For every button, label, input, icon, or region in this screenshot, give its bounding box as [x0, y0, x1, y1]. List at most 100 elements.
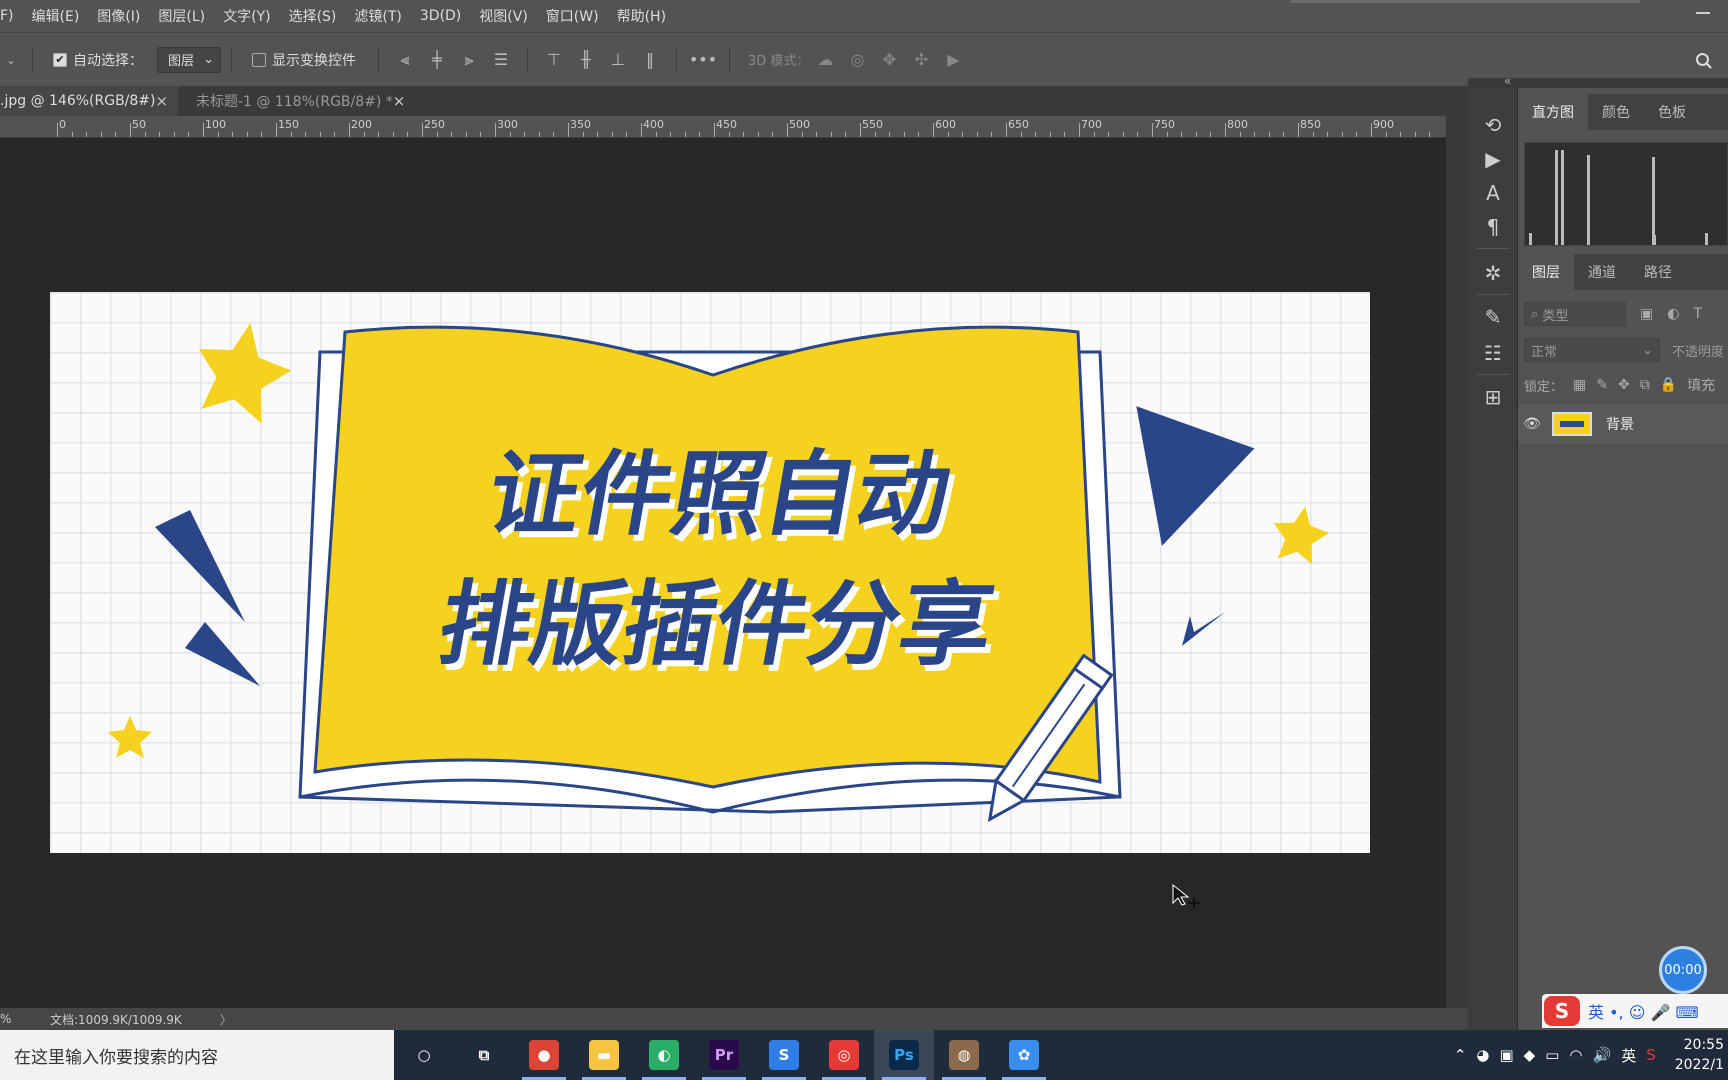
- lock-artboard-icon[interactable]: ⧉: [1640, 377, 1650, 393]
- distribute-h-icon[interactable]: ☰: [485, 44, 517, 76]
- wifi-icon[interactable]: ◠: [1569, 1046, 1582, 1064]
- menu-edit[interactable]: 编辑(E): [23, 6, 89, 26]
- type-filter-icon[interactable]: T: [1693, 306, 1702, 322]
- sogou-ime-logo[interactable]: S: [1544, 996, 1580, 1026]
- more-options-icon[interactable]: •••: [687, 44, 719, 76]
- ime-status[interactable]: 英 •, ☺ 🎤 ⌨: [1588, 999, 1699, 1023]
- layer-filter-dropdown[interactable]: ⌕ 类型: [1524, 302, 1626, 326]
- search-icon[interactable]: [1688, 45, 1720, 77]
- ruler-minor-tick: [290, 132, 292, 137]
- horizontal-ruler[interactable]: 0 50 100 150 200 250 300 350 400 450 500 550 600 650 7…: [0, 116, 1446, 138]
- character-icon[interactable]: A: [1477, 178, 1509, 208]
- panel-collapse-bar[interactable]: «: [1468, 74, 1728, 88]
- taskbar-app-premiere[interactable]: Pr: [694, 1030, 754, 1080]
- menu-select[interactable]: 选择(S): [280, 6, 346, 26]
- visibility-eye-icon[interactable]: 👁: [1518, 416, 1546, 432]
- tab-swatches[interactable]: 色板: [1644, 94, 1700, 130]
- ruler-minor-tick: [1166, 132, 1168, 137]
- align-middle-v-icon[interactable]: ╫: [570, 44, 602, 76]
- auto-select-checkbox[interactable]: ✔: [53, 52, 67, 67]
- lock-transparent-icon[interactable]: ▦: [1573, 377, 1586, 393]
- show-transform-checkbox[interactable]: [252, 52, 266, 67]
- menu-window[interactable]: 窗口(W): [537, 6, 608, 26]
- taskbar-app-sogou[interactable]: S: [754, 1030, 814, 1080]
- menu-filter[interactable]: 滤镜(T): [345, 6, 410, 26]
- tab-color[interactable]: 颜色: [1588, 94, 1644, 130]
- lock-position-icon[interactable]: ✥: [1618, 377, 1630, 393]
- layer-row[interactable]: 👁 背景: [1518, 404, 1728, 444]
- taskbar-app-baidu-netdisk[interactable]: ✿: [994, 1030, 1054, 1080]
- actions-play-icon[interactable]: ▶: [1477, 144, 1509, 174]
- close-icon[interactable]: ×: [393, 92, 406, 110]
- battery-icon[interactable]: ▭: [1545, 1046, 1559, 1064]
- qq-icon[interactable]: ◕: [1476, 1046, 1489, 1064]
- tab-layers[interactable]: 图层: [1518, 254, 1574, 290]
- taskbar-search-input[interactable]: 在这里输入你要搜索的内容: [0, 1030, 394, 1080]
- chevron-up-icon[interactable]: ⌃: [1454, 1046, 1467, 1064]
- brush-settings-icon[interactable]: ✎: [1477, 302, 1509, 332]
- tool-preset-chevron-icon[interactable]: ⌄: [0, 53, 22, 67]
- taskbar-app-task-view[interactable]: ⧉: [454, 1030, 514, 1080]
- taskbar-app-netease-music[interactable]: ◎: [814, 1030, 874, 1080]
- menu-image[interactable]: 图像(I): [88, 6, 149, 26]
- taskbar-app-media[interactable]: ◍: [934, 1030, 994, 1080]
- taskbar-app-cortana[interactable]: ○: [394, 1030, 454, 1080]
- auto-select-dropdown[interactable]: 图层 ⌄: [157, 46, 221, 73]
- tab-channels[interactable]: 通道: [1574, 254, 1630, 290]
- sogou-tray-icon[interactable]: S: [1646, 1046, 1656, 1064]
- 3d-slide-icon[interactable]: ✣: [905, 44, 937, 76]
- menu-type[interactable]: 文字(Y): [214, 6, 279, 26]
- tray-app-icon[interactable]: ◆: [1524, 1046, 1536, 1064]
- 3d-orbit-icon[interactable]: ☁: [809, 44, 841, 76]
- 3d-camera-icon[interactable]: ▶: [937, 44, 969, 76]
- chevron-down-icon: ⌄: [1642, 342, 1653, 358]
- taskbar-app-chrome[interactable]: ●: [514, 1030, 574, 1080]
- ruler-minor-tick: [480, 132, 482, 137]
- paragraph-icon[interactable]: ¶: [1477, 212, 1509, 242]
- align-right-icon[interactable]: ⫸: [453, 44, 485, 76]
- system-tray: ⌃ ◕ ▣ ◆ ▭ ◠ 🔊 英 S 20:55 2022/1: [1449, 1030, 1728, 1080]
- 3d-roll-icon[interactable]: ◎: [841, 44, 873, 76]
- 3d-pan-icon[interactable]: ✥: [873, 44, 905, 76]
- minimize-button[interactable]: [1696, 12, 1710, 14]
- menu-file[interactable]: F): [0, 8, 23, 24]
- status-menu-arrow-icon[interactable]: 〉: [220, 1011, 232, 1028]
- document-image[interactable]: 证件照自动 证件照自动 排版插件分享 排版插件分享: [50, 292, 1370, 853]
- blend-mode-dropdown[interactable]: 正常 ⌄: [1524, 338, 1660, 362]
- close-icon[interactable]: ×: [156, 92, 169, 110]
- adjustments-icon[interactable]: ☷: [1477, 338, 1509, 368]
- tray-app-icon[interactable]: ▣: [1499, 1046, 1513, 1064]
- input-language[interactable]: 英: [1621, 1045, 1636, 1066]
- adjustment-filter-icon[interactable]: ◐: [1667, 306, 1679, 322]
- libraries-icon[interactable]: ⊞: [1477, 382, 1509, 412]
- align-bottom-icon[interactable]: ⊥: [602, 44, 634, 76]
- menu-3d[interactable]: 3D(D): [411, 8, 470, 24]
- canvas-area[interactable]: 证件照自动 证件照自动 排版插件分享 排版插件分享: [0, 138, 1446, 1008]
- menu-layer[interactable]: 图层(L): [149, 6, 214, 26]
- menu-view[interactable]: 视图(V): [470, 6, 537, 26]
- zoom-level[interactable]: %: [0, 1012, 50, 1026]
- align-top-icon[interactable]: ⊤: [538, 44, 570, 76]
- tab-histogram[interactable]: 直方图: [1518, 94, 1588, 130]
- tab-document-2[interactable]: 未标题-1 @ 118%(RGB/8#) * ×: [178, 86, 410, 116]
- lock-pixels-icon[interactable]: ✎: [1596, 377, 1608, 393]
- tab-paths[interactable]: 路径: [1630, 254, 1686, 290]
- taskbar-app-wechat[interactable]: ◐: [634, 1030, 694, 1080]
- taskbar-app-file-explorer[interactable]: ▬: [574, 1030, 634, 1080]
- clock[interactable]: 20:55 2022/1: [1675, 1035, 1724, 1075]
- properties-icon[interactable]: ✲: [1477, 258, 1509, 288]
- taskbar-app-photoshop[interactable]: Ps: [874, 1030, 934, 1080]
- tab-document-1[interactable]: .jpg @ 146%(RGB/8#) ×: [0, 86, 178, 116]
- align-center-h-icon[interactable]: ╪: [421, 44, 453, 76]
- image-filter-icon[interactable]: ▣: [1640, 306, 1653, 322]
- history-icon[interactable]: ⟲: [1477, 110, 1509, 140]
- ruler-minor-tick: [1414, 132, 1416, 137]
- lock-all-icon[interactable]: 🔒: [1660, 377, 1677, 393]
- menu-help[interactable]: 帮助(H): [608, 6, 675, 26]
- recording-timer[interactable]: 00:00: [1659, 946, 1707, 994]
- volume-icon[interactable]: 🔊: [1593, 1046, 1612, 1064]
- vertical-scrollbar[interactable]: [1446, 116, 1468, 1008]
- distribute-v-icon[interactable]: ‖: [634, 44, 666, 76]
- collapse-icon[interactable]: «: [1504, 74, 1511, 88]
- align-left-icon[interactable]: ⫷: [389, 44, 421, 76]
